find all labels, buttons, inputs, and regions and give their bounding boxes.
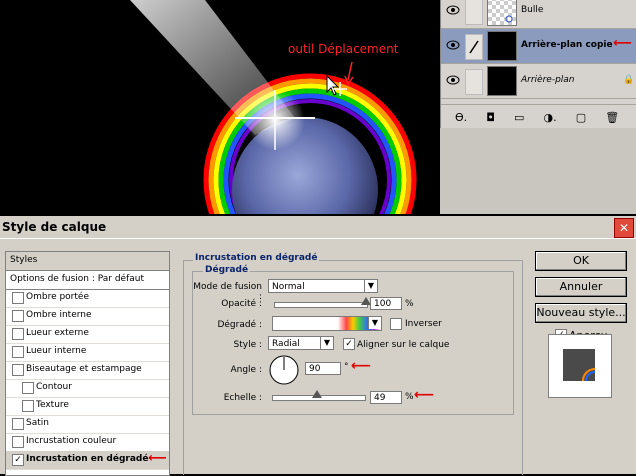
style-value: Radial (272, 339, 300, 349)
checkbox[interactable] (12, 310, 24, 322)
chevron-down-icon: ▼ (364, 280, 377, 292)
layer-name: Arrière-plan copie (521, 40, 613, 50)
style-item-blending-options[interactable]: Options de fusion : Par défaut (6, 271, 169, 290)
layer-style-dialog: Style de calque ✕ Styles Options de fusi… (0, 216, 636, 476)
checkbox[interactable] (12, 364, 24, 376)
eye-icon[interactable] (446, 39, 460, 51)
styles-header[interactable]: Styles (6, 252, 169, 271)
layer-row-bulle[interactable]: Bulle (441, 0, 636, 29)
checkbox[interactable] (12, 328, 24, 340)
scale-input[interactable]: 49 (370, 391, 402, 404)
new-style-button[interactable]: Nouveau style... (535, 303, 627, 323)
checkbox[interactable] (22, 382, 34, 394)
red-arrow-icon: ⟵ (613, 36, 632, 51)
layer-thumbnail (487, 31, 517, 61)
style-item-satin[interactable]: Satin (6, 415, 169, 434)
checkbox[interactable] (22, 400, 34, 412)
style-item-texture[interactable]: Texture (6, 397, 169, 416)
link-slot[interactable] (465, 0, 483, 25)
opacity-label: Opacité : (221, 299, 262, 309)
dialog-title: Style de calque (2, 220, 107, 234)
eye-icon[interactable] (446, 4, 460, 16)
scale-slider-knob[interactable] (312, 390, 323, 398)
style-item-drop-shadow[interactable]: Ombre portée (6, 289, 169, 308)
layer-thumbnail (487, 66, 517, 96)
align-label: Aligner sur le calque (357, 340, 450, 350)
layer-row-arriere-plan-copie[interactable]: Arrière-plan copie ⟵ (441, 29, 636, 64)
lock-icon: 🔒 (623, 75, 635, 85)
layer-mask-icon[interactable]: ◘ (486, 111, 495, 124)
adjustment-layer-icon[interactable]: ◑. (544, 111, 557, 124)
style-item-inner-glow[interactable]: Lueur interne (6, 343, 169, 362)
degree-sign: ° (344, 362, 349, 372)
trash-icon[interactable]: 🗑 (605, 111, 619, 124)
scale-label: Echelle : (223, 393, 262, 403)
ok-button[interactable]: OK (535, 251, 627, 271)
angle-input[interactable]: 90 (305, 362, 341, 375)
percent-sign: % (405, 392, 414, 402)
group-title: Dégradé (203, 265, 251, 275)
checkbox[interactable] (12, 436, 24, 448)
new-group-icon[interactable]: ▭ (514, 111, 524, 124)
cancel-button[interactable]: Annuler (535, 277, 627, 297)
gradient-picker[interactable]: ▼ (272, 316, 382, 331)
link-slot[interactable] (465, 69, 483, 95)
layers-toolbar: ϴ. ◘ ▭ ◑. ▢ 🗑 (441, 104, 636, 129)
checkbox-checked[interactable]: ✓ (12, 454, 24, 466)
invert-label: Inverser (405, 319, 442, 329)
blend-mode-value: Normal (272, 282, 305, 292)
style-select[interactable]: Radial ▼ (268, 336, 334, 350)
chevron-down-icon: ▼ (320, 337, 333, 349)
blend-mode-select[interactable]: Normal ▼ (268, 279, 378, 293)
section-title: Incrustation en dégradé (193, 253, 320, 263)
close-icon[interactable]: ✕ (614, 218, 634, 238)
style-item-gradient-overlay[interactable]: ✓ Incrustation en dégradé ⟵ (6, 451, 169, 470)
preview-swatch (563, 349, 596, 382)
styles-list: Styles Options de fusion : Par défaut Om… (5, 251, 170, 476)
brush-icon[interactable] (465, 34, 483, 60)
new-layer-icon[interactable]: ▢ (576, 111, 586, 124)
style-item-outer-glow[interactable]: Lueur externe (6, 325, 169, 344)
chevron-down-icon: ▼ (368, 317, 381, 329)
style-preview (548, 334, 612, 398)
layer-name: Bulle (521, 5, 544, 15)
red-arrow-icon: ⟵ (351, 358, 372, 374)
percent-sign: % (405, 299, 414, 309)
align-checkbox[interactable]: ✓ (343, 338, 355, 350)
layers-panel: Bulle Arrière-plan copie ⟵ Arrière-plan … (440, 0, 636, 129)
style-item-contour[interactable]: Contour (6, 379, 169, 398)
layer-style-icon[interactable]: ϴ. (455, 111, 467, 124)
eye-icon[interactable] (446, 74, 460, 86)
angle-dial[interactable] (268, 354, 300, 390)
opacity-input[interactable]: 100 (370, 297, 402, 310)
style-item-bevel-emboss[interactable]: Biseautage et estampage (6, 361, 169, 380)
style-label: Style : (233, 340, 263, 350)
red-arrow-icon: ⟵ (414, 387, 435, 403)
style-item-inner-shadow[interactable]: Ombre interne (6, 307, 169, 326)
layer-name: Arrière-plan (521, 75, 575, 85)
layer-row-arriere-plan[interactable]: Arrière-plan 🔒 (441, 64, 636, 99)
layer-thumbnail (487, 0, 517, 26)
checkbox[interactable] (12, 418, 24, 430)
red-arrow-icon: ⟵ (148, 451, 167, 466)
annotation-label: outil Déplacement (288, 42, 399, 56)
layers-empty-area (440, 128, 636, 214)
dialog-titlebar[interactable]: Style de calque ✕ (0, 216, 636, 239)
style-item-color-overlay[interactable]: Incrustation couleur (6, 433, 169, 452)
checkbox[interactable] (12, 292, 24, 304)
opacity-slider[interactable] (274, 302, 368, 308)
gradient-label: Dégradé : (217, 320, 262, 330)
checkbox[interactable] (12, 346, 24, 358)
angle-label: Angle : (230, 365, 262, 375)
canvas-area[interactable]: outil Déplacement (0, 0, 440, 214)
bubble-artwork (0, 0, 440, 214)
invert-checkbox[interactable] (390, 318, 402, 330)
